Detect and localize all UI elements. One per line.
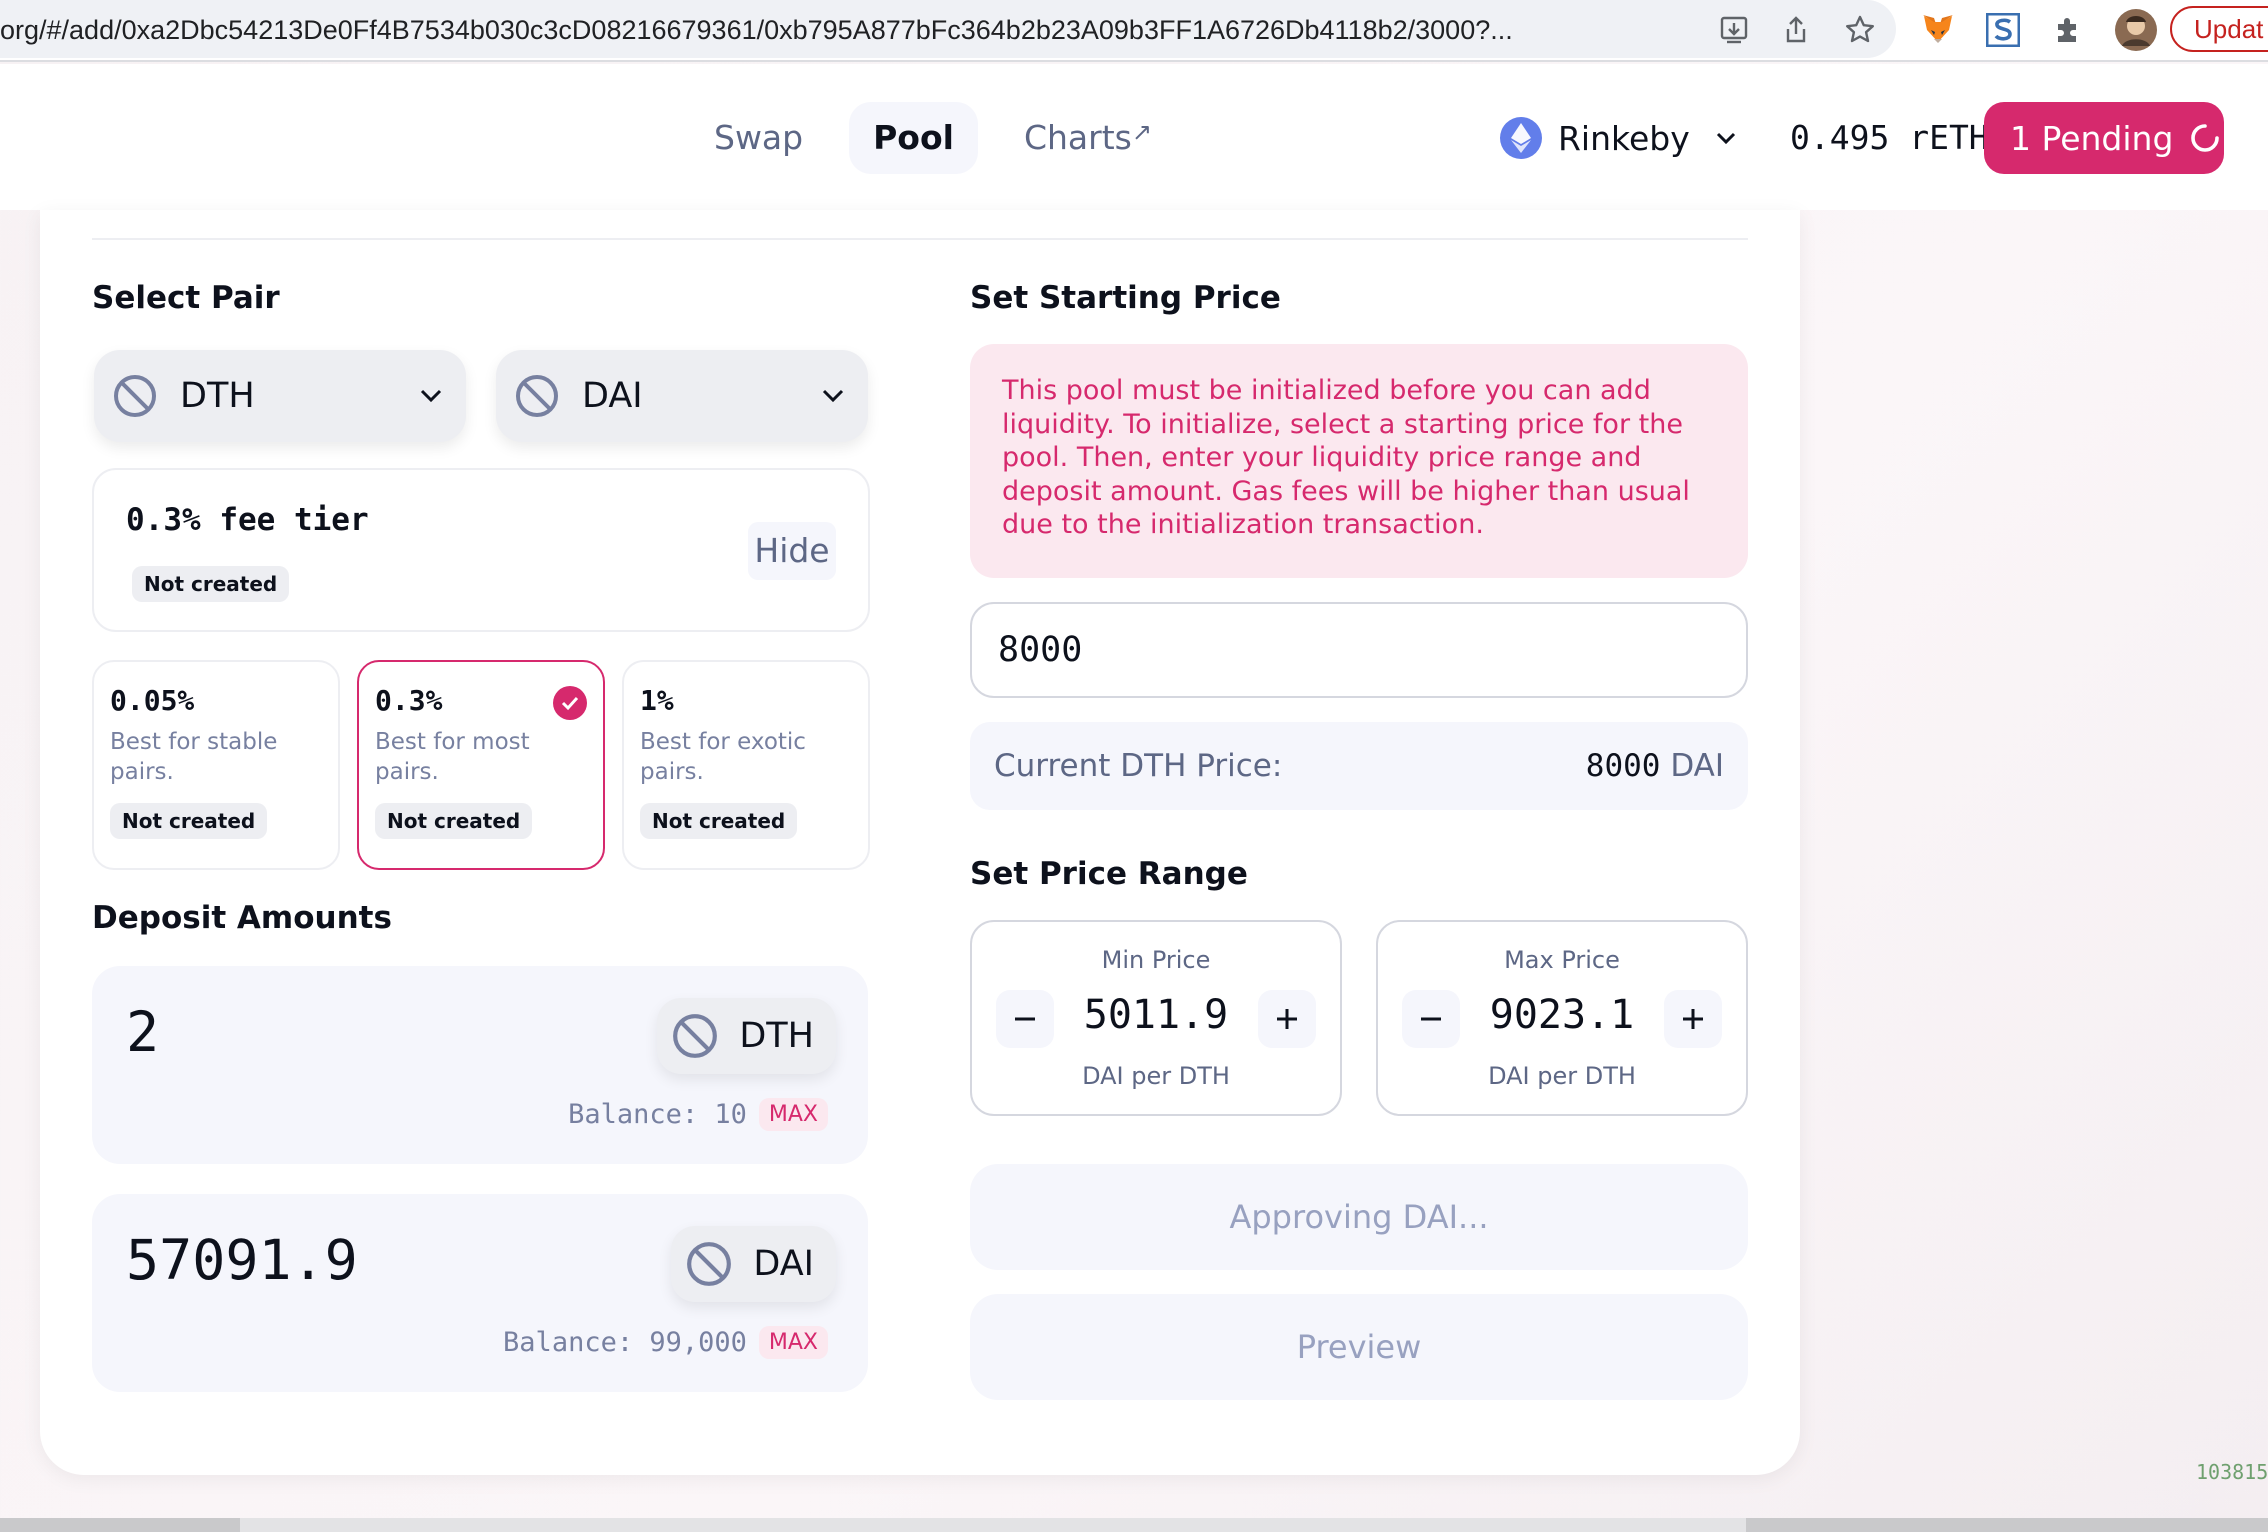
ethereum-icon — [1500, 117, 1542, 159]
select-pair-title: Select Pair — [92, 280, 280, 316]
wallet-balance: 0.495 rETH — [1790, 118, 1989, 157]
network-selector[interactable]: Rinkeby — [1500, 102, 1738, 174]
chevron-down-icon — [418, 387, 444, 405]
max-button[interactable]: MAX — [758, 1326, 828, 1359]
fee-tier-status-badge: Not created — [375, 803, 533, 839]
loading-spinner-icon — [2189, 122, 2221, 154]
external-link-arrow-icon: ↗ — [1131, 118, 1152, 146]
extension-s-icon[interactable] — [1985, 12, 2021, 48]
add-liquidity-card: Select Pair DTH DAI 0.3% fee tier Not cr… — [40, 210, 1800, 1475]
min-price-unit: DAI per DTH — [1082, 1062, 1230, 1090]
deposit-a-balance-text: Balance: 10 — [568, 1099, 747, 1130]
deposit-a-balance: Balance: 10 MAX — [568, 1098, 828, 1131]
bottom-scrollbar[interactable] — [0, 1518, 2268, 1532]
block-number: 103815 — [2196, 1460, 2268, 1484]
main-nav: Swap Pool Charts↗ — [690, 102, 1198, 174]
token-placeholder-icon — [514, 373, 560, 419]
deposit-a-token-name: DTH — [739, 1016, 814, 1056]
bookmark-star-icon[interactable] — [1842, 12, 1878, 48]
fee-tier-option-1[interactable]: 1% Best for exotic pairs. Not created — [622, 660, 870, 870]
starting-price-input[interactable]: 8000 — [970, 602, 1748, 698]
fee-tier-desc: Best for stable pairs. — [110, 729, 278, 785]
fee-tier-status-badge: Not created — [132, 566, 290, 602]
deposit-a-panel: 2 DTH Balance: 10 MAX — [92, 966, 868, 1164]
pending-label: 1 Pending — [2010, 118, 2174, 158]
max-price-box: Max Price 9023.1 DAI per DTH — [1376, 920, 1748, 1116]
current-price-value: 8000 — [1585, 748, 1661, 784]
nav-charts[interactable]: Charts↗ — [1000, 102, 1176, 174]
selected-fee-tier: 0.3% fee tier — [126, 502, 369, 538]
deposit-a-amount-input[interactable]: 2 — [126, 1000, 159, 1064]
browser-toolbar: org/#/add/0xa2Dbc54213De0Ff4B7534b030c3c… — [0, 0, 2268, 62]
browser-update-button[interactable]: Updat — [2170, 6, 2268, 52]
fee-tier-desc: Best for most pairs. — [375, 729, 530, 785]
address-url[interactable]: org/#/add/0xa2Dbc54213De0Ff4B7534b030c3c… — [0, 13, 1690, 47]
token-a-select[interactable]: DTH — [94, 350, 466, 442]
token-a-name: DTH — [180, 376, 255, 416]
fee-tier-summary: 0.3% fee tier Not created Hide — [92, 468, 870, 632]
plus-icon — [1277, 1009, 1297, 1029]
minus-icon — [1421, 1017, 1441, 1021]
deposit-b-balance-text: Balance: 99,000 — [503, 1327, 747, 1358]
fee-tier-pct: 1% — [640, 684, 674, 717]
deposit-b-amount-input[interactable]: 57091.9 — [126, 1228, 358, 1292]
token-placeholder-icon — [685, 1240, 733, 1288]
chevron-down-icon — [820, 387, 846, 405]
min-price-increment-button[interactable] — [1258, 990, 1316, 1048]
token-placeholder-icon — [671, 1012, 719, 1060]
fee-tier-desc: Best for exotic pairs. — [640, 729, 806, 785]
min-price-label: Min Price — [1101, 946, 1211, 974]
approving-dai-button[interactable]: Approving DAI... — [970, 1164, 1748, 1270]
minus-icon — [1015, 1017, 1035, 1021]
max-price-increment-button[interactable] — [1664, 990, 1722, 1048]
scrollbar-thumb[interactable] — [240, 1518, 1746, 1532]
address-bar[interactable]: org/#/add/0xa2Dbc54213De0Ff4B7534b030c3c… — [0, 0, 1896, 58]
metamask-fox-icon[interactable] — [1920, 12, 1956, 48]
profile-avatar[interactable] — [2114, 8, 2158, 52]
initialization-warning: This pool must be initialized before you… — [970, 344, 1748, 578]
deposit-b-panel: 57091.9 DAI Balance: 99,000 MAX — [92, 1194, 868, 1392]
extensions-puzzle-icon[interactable] — [2050, 12, 2086, 48]
install-icon[interactable] — [1716, 12, 1752, 48]
price-range-title: Set Price Range — [970, 856, 1248, 892]
token-b-select[interactable]: DAI — [496, 350, 868, 442]
max-price-unit: DAI per DTH — [1488, 1062, 1636, 1090]
deposit-b-token: DAI — [671, 1226, 836, 1302]
deposit-b-token-name: DAI — [753, 1244, 814, 1284]
nav-pool[interactable]: Pool — [849, 102, 978, 174]
divider — [92, 238, 1748, 240]
network-name: Rinkeby — [1558, 118, 1690, 158]
token-placeholder-icon — [112, 373, 158, 419]
deposit-a-token: DTH — [657, 998, 836, 1074]
max-button[interactable]: MAX — [758, 1098, 828, 1131]
min-price-decrement-button[interactable] — [996, 990, 1054, 1048]
nav-swap[interactable]: Swap — [690, 102, 827, 174]
current-price-row: Current DTH Price: 8000 DAI — [970, 722, 1748, 810]
preview-button[interactable]: Preview — [970, 1294, 1748, 1400]
pending-transactions-button[interactable]: 1 Pending — [1984, 102, 2224, 174]
current-price-value-group: 8000 DAI — [1586, 748, 1724, 784]
min-price-box: Min Price 5011.9 DAI per DTH — [970, 920, 1342, 1116]
fee-tier-option-0-05[interactable]: 0.05% Best for stable pairs. Not created — [92, 660, 340, 870]
hide-fee-tiers-button[interactable]: Hide — [748, 522, 836, 580]
share-icon[interactable] — [1778, 12, 1814, 48]
current-price-unit: DAI — [1670, 748, 1724, 784]
nav-charts-label: Charts — [1023, 118, 1132, 157]
deposit-amounts-title: Deposit Amounts — [92, 900, 392, 936]
plus-icon — [1683, 1009, 1703, 1029]
max-price-decrement-button[interactable] — [1402, 990, 1460, 1048]
fee-tier-status-badge: Not created — [110, 803, 268, 839]
fee-tier-status-badge: Not created — [640, 803, 798, 839]
current-price-label: Current DTH Price: — [994, 748, 1283, 784]
max-price-label: Max Price — [1504, 946, 1620, 974]
check-icon — [553, 686, 587, 720]
starting-price-title: Set Starting Price — [970, 280, 1281, 316]
token-b-name: DAI — [582, 376, 643, 416]
chevron-down-icon — [1714, 130, 1738, 146]
deposit-b-balance: Balance: 99,000 MAX — [503, 1326, 828, 1359]
fee-tier-pct: 0.05% — [110, 684, 195, 717]
app-header: Swap Pool Charts↗ Rinkeby 0.495 rETH 1 P… — [0, 64, 2268, 210]
fee-tier-option-0-3[interactable]: 0.3% Best for most pairs. Not created — [357, 660, 605, 870]
